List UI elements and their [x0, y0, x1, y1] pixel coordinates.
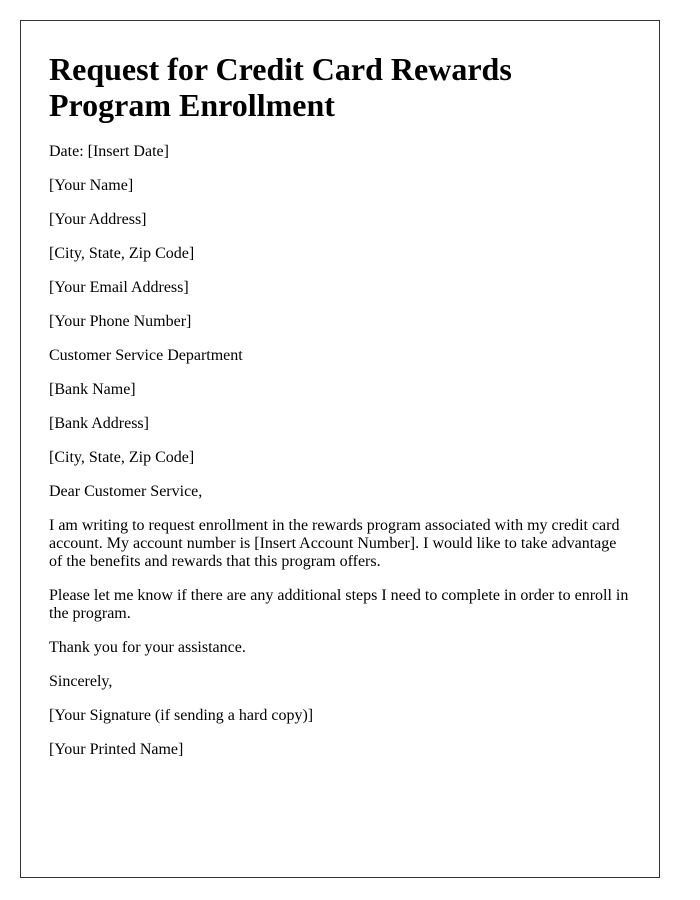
recipient-bank-address: [Bank Address]: [49, 415, 149, 432]
signature-line: [Your Signature (if sending a hard copy)…: [49, 707, 314, 724]
sender-email: [Your Email Address]: [49, 279, 189, 296]
date-line: Date: [Insert Date]: [49, 143, 169, 160]
sender-city-state-zip: [City, State, Zip Code]: [49, 245, 195, 262]
letter-title: Request for Credit Card Rewards Program …: [49, 51, 512, 123]
body-paragraph: I am writing to request enrollment in th…: [49, 517, 620, 570]
sender-name: [Your Name]: [49, 177, 134, 194]
sender-address: [Your Address]: [49, 211, 147, 228]
printed-name: [Your Printed Name]: [49, 741, 184, 758]
recipient-city-state-zip: [City, State, Zip Code]: [49, 449, 195, 466]
recipient-bank-name: [Bank Name]: [49, 381, 136, 398]
closing: Sincerely,: [49, 673, 113, 690]
body-paragraph: Thank you for your assistance.: [49, 639, 246, 656]
salutation: Dear Customer Service,: [49, 483, 203, 500]
letter-page: Request for Credit Card Rewards Program …: [20, 20, 660, 878]
body-paragraph: Please let me know if there are any addi…: [49, 587, 629, 622]
recipient-department: Customer Service Department: [49, 347, 243, 364]
sender-phone: [Your Phone Number]: [49, 313, 192, 330]
